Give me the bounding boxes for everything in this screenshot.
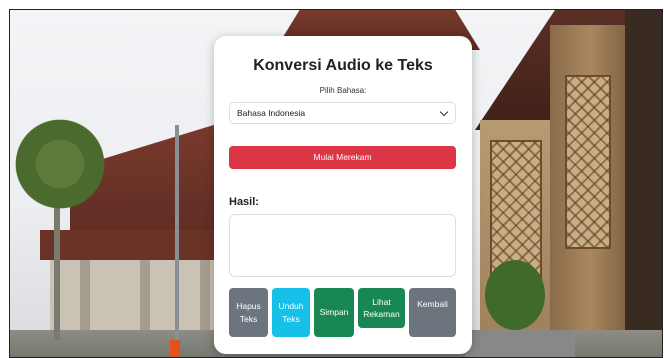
clear-text-button[interactable]: Hapus Teks [229, 288, 268, 337]
background-palm [15, 110, 105, 230]
background-tree [485, 260, 545, 330]
converter-card: Konversi Audio ke Teks Pilih Bahasa: Bah… [214, 36, 472, 354]
language-select-value: Bahasa Indonesia [237, 108, 306, 118]
result-label: Hasil: [229, 196, 259, 208]
background-column [80, 260, 90, 335]
background-beam [40, 230, 240, 260]
background-pillar-dark [625, 10, 662, 357]
background-fence [465, 330, 575, 357]
chevron-down-icon [439, 107, 449, 117]
background-lattice-pillar [565, 75, 611, 249]
background-lamp-pole [175, 125, 179, 357]
language-label: Pilih Bahasa: [319, 86, 367, 95]
save-button[interactable]: Simpan [314, 288, 354, 337]
download-text-button[interactable]: Unduh Teks [272, 288, 310, 337]
background-column [200, 260, 210, 335]
language-select[interactable]: Bahasa Indonesia [229, 102, 456, 124]
background-traffic-cone [170, 340, 180, 357]
view-recording-button[interactable]: Lihat Rekaman [358, 288, 405, 328]
page-title: Konversi Audio ke Teks [253, 57, 433, 74]
back-button[interactable]: Kembali [409, 288, 456, 337]
start-recording-button[interactable]: Mulai Merekam [229, 146, 456, 169]
result-textarea[interactable] [229, 214, 456, 277]
background-column [140, 260, 150, 335]
